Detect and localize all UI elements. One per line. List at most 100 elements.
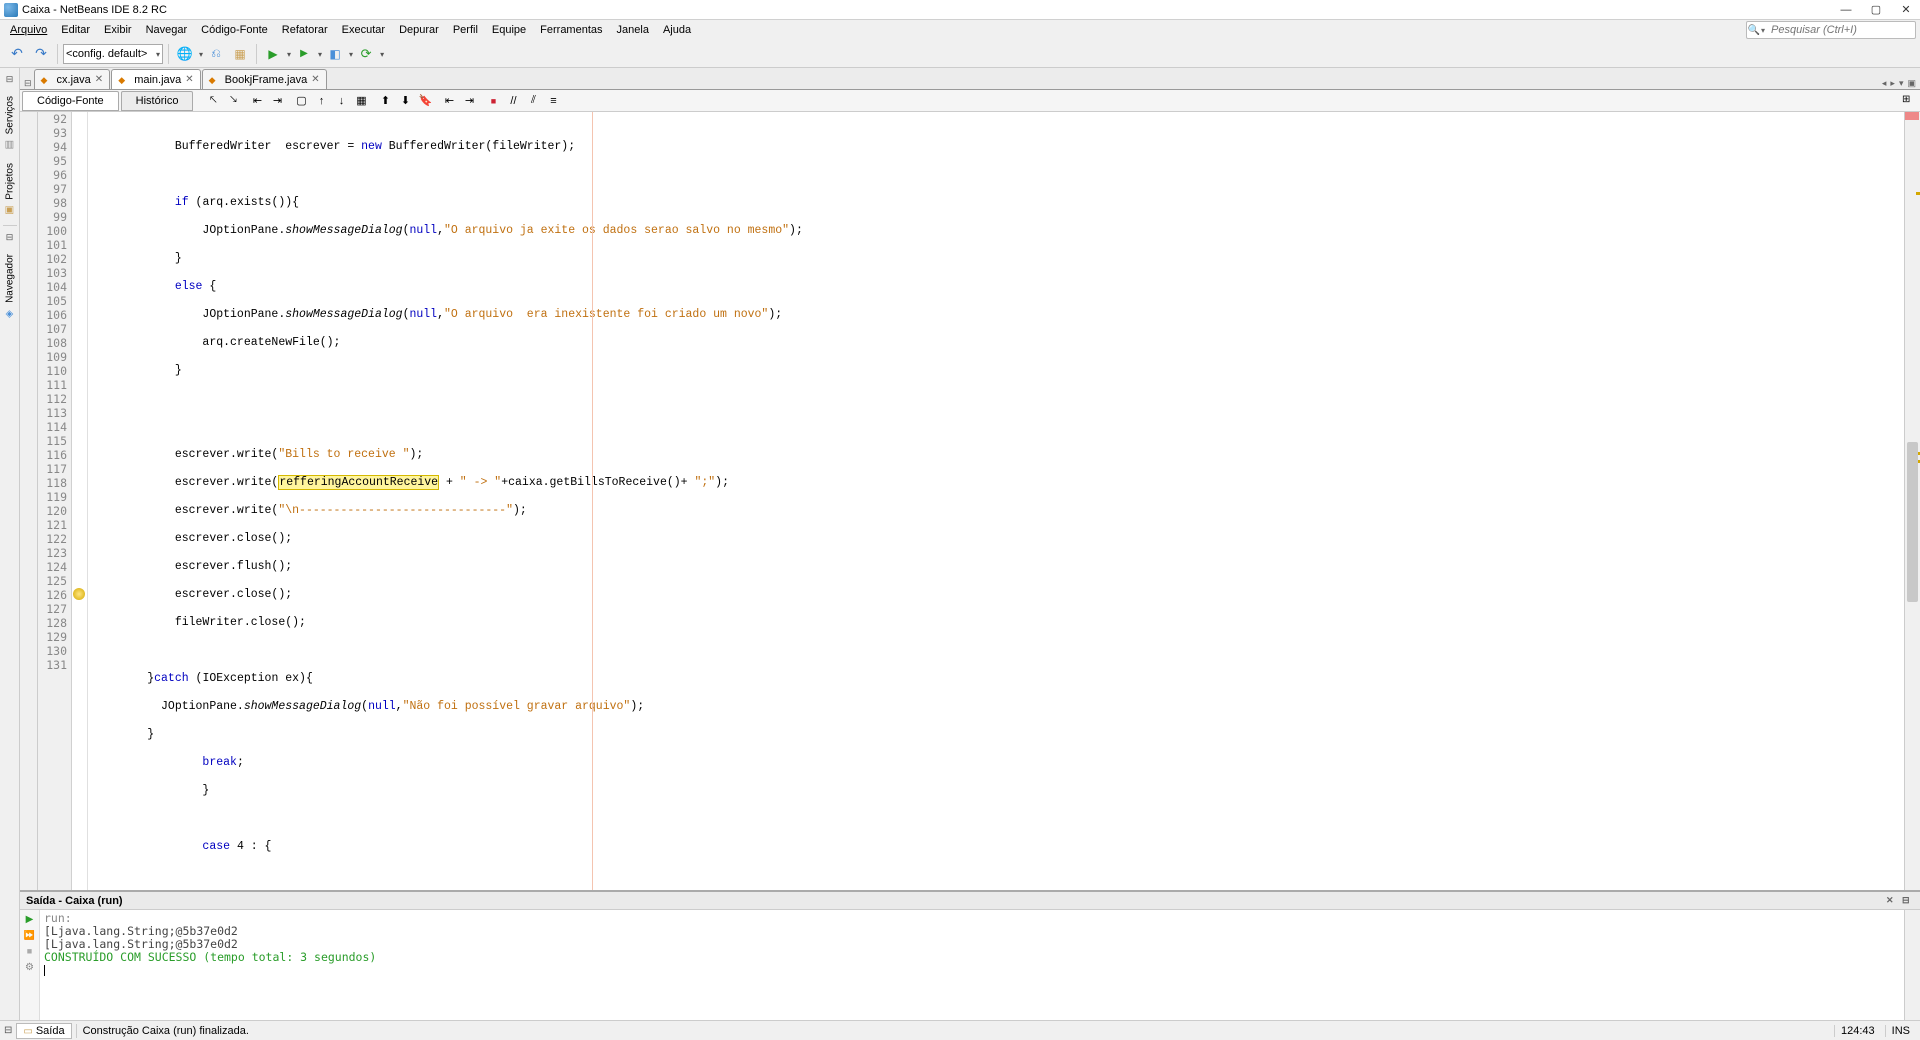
output-stop-icon[interactable] — [23, 944, 37, 958]
output-min-icon[interactable]: ⊟ — [1902, 895, 1914, 907]
status-min-icon[interactable] — [4, 1025, 12, 1036]
editor-btn-shift-right[interactable]: ⇥ — [460, 92, 478, 110]
editor-btn-macro-rec[interactable] — [484, 92, 502, 110]
output-console[interactable]: run: [Ljava.lang.String;@5b37e0d2 [Ljava… — [40, 910, 1904, 1020]
sidebar-tab-navigator[interactable]: Navegador — [2, 248, 18, 324]
menu-file[interactable]: Arquivo — [4, 22, 53, 38]
file-tab-bookjframe[interactable]: BookjFrame.java ✕ — [202, 69, 327, 89]
editor-btn-find-sel[interactable]: ▢ — [292, 92, 310, 110]
tab-list-icon[interactable]: ▾ — [1899, 78, 1904, 89]
editor-btn-toggle-hl[interactable]: ▦ — [352, 92, 370, 110]
menu-profile[interactable]: Perfil — [447, 22, 484, 38]
output-scrollbar[interactable] — [1904, 910, 1920, 1020]
debug-button[interactable] — [293, 43, 315, 65]
menu-navigate[interactable]: Navegar — [140, 22, 194, 38]
code-wrapper: 9293949596979899100101102103104105106107… — [20, 112, 1920, 890]
search-input[interactable] — [1771, 24, 1915, 36]
editor-btn-more[interactable]: ≡ — [544, 92, 562, 110]
output-rerun-icon[interactable] — [23, 912, 37, 926]
tab-close-icon[interactable]: ✕ — [95, 74, 103, 85]
editor-history-tab[interactable]: Histórico — [121, 91, 194, 111]
undo-button[interactable] — [6, 43, 28, 65]
java-file-icon — [41, 74, 53, 86]
menu-team[interactable]: Equipe — [486, 22, 532, 38]
redo-button[interactable] — [30, 43, 52, 65]
menu-window[interactable]: Janela — [611, 22, 655, 38]
dropdown-icon[interactable] — [379, 48, 384, 60]
editor-btn-find-prev[interactable]: ↑ — [312, 92, 330, 110]
insert-mode[interactable]: INS — [1885, 1025, 1916, 1037]
refresh-button[interactable] — [355, 43, 377, 65]
window-title: Caixa - NetBeans IDE 8.2 RC — [22, 4, 1840, 16]
dropdown-icon[interactable] — [317, 48, 322, 60]
search-dropdown-icon[interactable]: ▾ — [1761, 26, 1771, 35]
menu-view[interactable]: Exibir — [98, 22, 138, 38]
menu-edit[interactable]: Editar — [55, 22, 96, 38]
editor-btn-find-next[interactable]: ↓ — [332, 92, 350, 110]
output-cursor — [44, 964, 1900, 977]
code-editor[interactable]: BufferedWriter escrever = new BufferedWr… — [88, 112, 1904, 890]
editor-btn-bookmark-toggle[interactable]: 🔖 — [416, 92, 434, 110]
browser-button[interactable] — [174, 43, 196, 65]
tab-scroll-left-icon[interactable]: ⊟ — [22, 78, 34, 89]
config-selector[interactable]: <config. default> — [63, 44, 163, 64]
editor-area: ⊟ cx.java ✕ main.java ✕ BookjFrame.java … — [20, 68, 1920, 1020]
menu-debug[interactable]: Depurar — [393, 22, 445, 38]
sidebar-tab-services[interactable]: Serviços — [2, 90, 18, 155]
editor-source-tab[interactable]: Código-Fonte — [22, 91, 119, 111]
output-rerun-params-icon[interactable] — [23, 928, 37, 942]
minimize-sidebar-icon[interactable] — [3, 232, 17, 246]
output-panel: Saída - Caixa (run) ✕ ⊟ run: [Ljava.lang… — [20, 890, 1920, 1020]
run-button[interactable] — [262, 43, 284, 65]
editor-btn-bookmark-prev[interactable]: ⬆ — [376, 92, 394, 110]
menu-tools[interactable]: Ferramentas — [534, 22, 608, 38]
maximize-button[interactable]: ▢ — [1870, 4, 1882, 16]
menu-run[interactable]: Executar — [336, 22, 391, 38]
hint-bulb-icon[interactable] — [73, 588, 85, 600]
menu-source[interactable]: Código-Fonte — [195, 22, 274, 38]
tab-close-icon[interactable]: ✕ — [185, 74, 193, 85]
tab-nav-left-icon[interactable]: ◂ — [1882, 78, 1887, 89]
editor-btn-bookmark-next[interactable]: ⬇ — [396, 92, 414, 110]
output-title-bar[interactable]: Saída - Caixa (run) ✕ ⊟ — [20, 892, 1920, 910]
file-tab-cx[interactable]: cx.java ✕ — [34, 69, 111, 89]
editor-btn-next[interactable]: ⇥ — [268, 92, 286, 110]
status-bar: Saída Construção Caixa (run) finalizada.… — [0, 1020, 1920, 1040]
tab-maximize-icon[interactable]: ▣ — [1907, 78, 1916, 89]
dropdown-icon[interactable] — [348, 48, 353, 60]
status-output-tab[interactable]: Saída — [16, 1023, 71, 1039]
gutter-fold[interactable] — [20, 112, 38, 890]
editor-btn-shift-left[interactable]: ⇤ — [440, 92, 458, 110]
output-line: [Ljava.lang.String;@5b37e0d2 — [44, 925, 1900, 938]
scrollbar-thumb[interactable] — [1907, 442, 1918, 602]
navigator-icon — [4, 306, 16, 318]
quick-search[interactable]: 🔍 ▾ — [1746, 21, 1916, 39]
minimize-button[interactable]: — — [1840, 4, 1852, 16]
editor-btn-2[interactable]: 🡖 — [224, 92, 242, 110]
build-button[interactable] — [205, 43, 227, 65]
file-tab-main[interactable]: main.java ✕ — [111, 69, 200, 89]
clean-build-button[interactable] — [229, 43, 251, 65]
dropdown-icon[interactable] — [286, 48, 291, 60]
editor-scrollbar[interactable] — [1904, 112, 1920, 890]
gutter-line-numbers: 9293949596979899100101102103104105106107… — [38, 112, 72, 890]
sidebar-tab-projects[interactable]: Projetos — [2, 157, 18, 221]
editor-btn-comment[interactable]: // — [504, 92, 522, 110]
tab-nav-right-icon[interactable]: ▸ — [1890, 78, 1895, 89]
menu-help[interactable]: Ajuda — [657, 22, 697, 38]
error-stripe-icon[interactable] — [1905, 112, 1919, 120]
output-close-icon[interactable]: ✕ — [1886, 895, 1898, 907]
close-button[interactable]: ✕ — [1900, 4, 1912, 16]
cursor-position[interactable]: 124:43 — [1834, 1025, 1881, 1037]
editor-btn-1[interactable]: 🡔 — [204, 92, 222, 110]
tab-close-icon[interactable]: ✕ — [311, 74, 319, 85]
dropdown-icon[interactable] — [198, 48, 203, 60]
editor-btn-uncomment[interactable]: ⫽ — [524, 92, 542, 110]
editor-split-icon[interactable]: ⊞ — [1902, 94, 1916, 108]
warn-mark-icon[interactable] — [1916, 192, 1920, 195]
minimize-sidebar-icon[interactable] — [3, 74, 17, 88]
editor-btn-prev[interactable]: ⇤ — [248, 92, 266, 110]
output-settings-icon[interactable] — [23, 960, 37, 974]
profile-button[interactable] — [324, 43, 346, 65]
menu-refactor[interactable]: Refatorar — [276, 22, 334, 38]
